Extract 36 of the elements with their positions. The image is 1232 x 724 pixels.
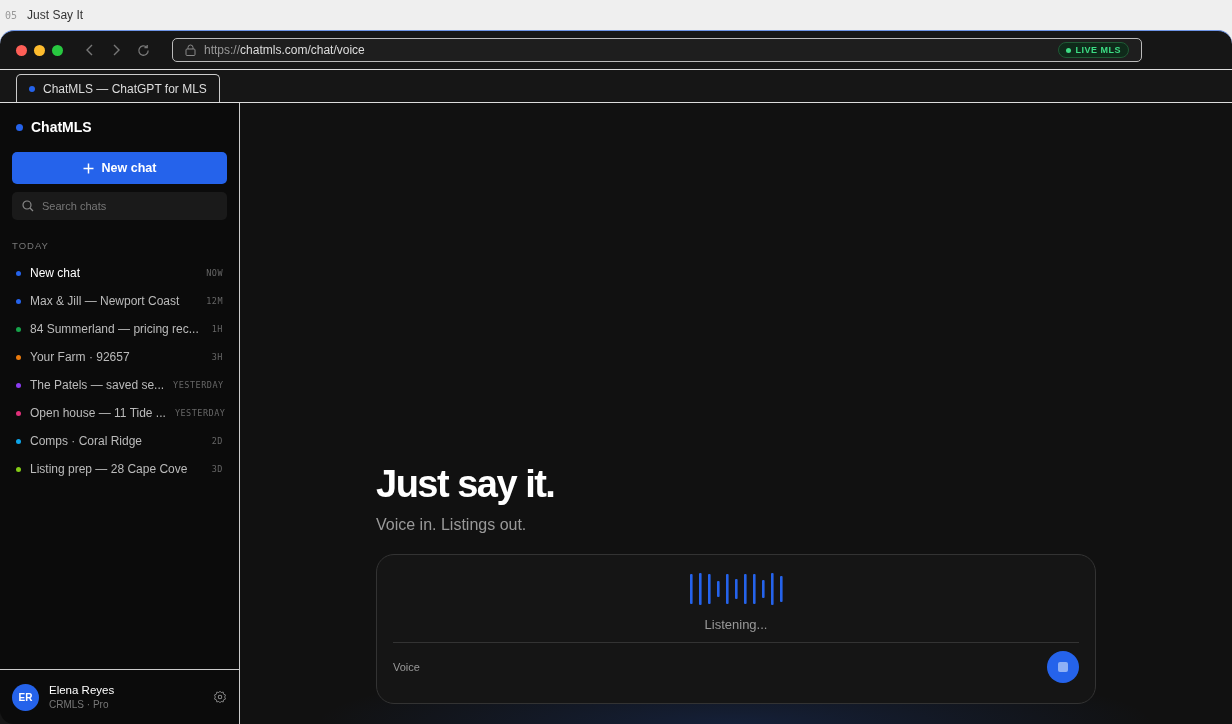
- browser-tab[interactable]: ChatMLS — ChatGPT for MLS: [16, 74, 220, 102]
- chat-item[interactable]: Listing prep — 28 Cape Cove 3D: [0, 455, 239, 483]
- chat-item[interactable]: 84 Summerland — pricing rec... 1H: [0, 315, 239, 343]
- search-field[interactable]: Search chats: [12, 192, 227, 220]
- hero-heading: Just say it.: [376, 463, 556, 506]
- stop-button[interactable]: [1047, 651, 1079, 683]
- mode-label: Voice: [393, 661, 420, 673]
- hero-subheading: Voice in. Listings out.: [376, 516, 528, 534]
- url-text: https://chatmls.com/chat/voice: [204, 43, 365, 57]
- brand-dot-icon: [16, 123, 23, 131]
- minimize-icon[interactable]: [34, 44, 45, 56]
- chat-item[interactable]: The Patels — saved se... YESTERDAY: [0, 371, 239, 399]
- user-name: Elena Reyes: [49, 684, 116, 696]
- section-number: 05: [5, 9, 18, 21]
- lock-icon: [185, 44, 196, 56]
- maximize-icon[interactable]: [52, 44, 63, 56]
- new-chat-button[interactable]: New chat: [12, 152, 227, 184]
- chat-item[interactable]: Comps · Coral Ridge 2D: [0, 427, 239, 455]
- settings-icon[interactable]: [213, 690, 227, 704]
- plus-icon: [82, 162, 94, 174]
- back-icon[interactable]: [85, 44, 95, 56]
- brand-name: ChatMLS: [31, 119, 92, 135]
- live-badge: LIVE MLS: [1058, 42, 1129, 58]
- section-label: TODAY: [11, 239, 50, 251]
- address-bar[interactable]: https://chatmls.com/chat/voice LIVE MLS: [172, 38, 1142, 62]
- chat-item[interactable]: Open house — 11 Tide ... YESTERDAY: [0, 399, 239, 427]
- user-avatar: ER: [12, 683, 39, 711]
- chat-item[interactable]: New chat NOW: [0, 259, 239, 287]
- page-title: Just Say It: [27, 8, 84, 22]
- close-icon[interactable]: [16, 44, 27, 56]
- user-plan: CRMLS · Pro: [49, 699, 110, 710]
- reload-icon[interactable]: [137, 43, 150, 57]
- forward-icon[interactable]: [111, 44, 121, 56]
- listening-status: Listening...: [704, 617, 768, 632]
- chat-item[interactable]: Max & Jill — Newport Coast 12M: [0, 287, 239, 315]
- chat-item[interactable]: Your Farm · 92657 3H: [0, 343, 239, 371]
